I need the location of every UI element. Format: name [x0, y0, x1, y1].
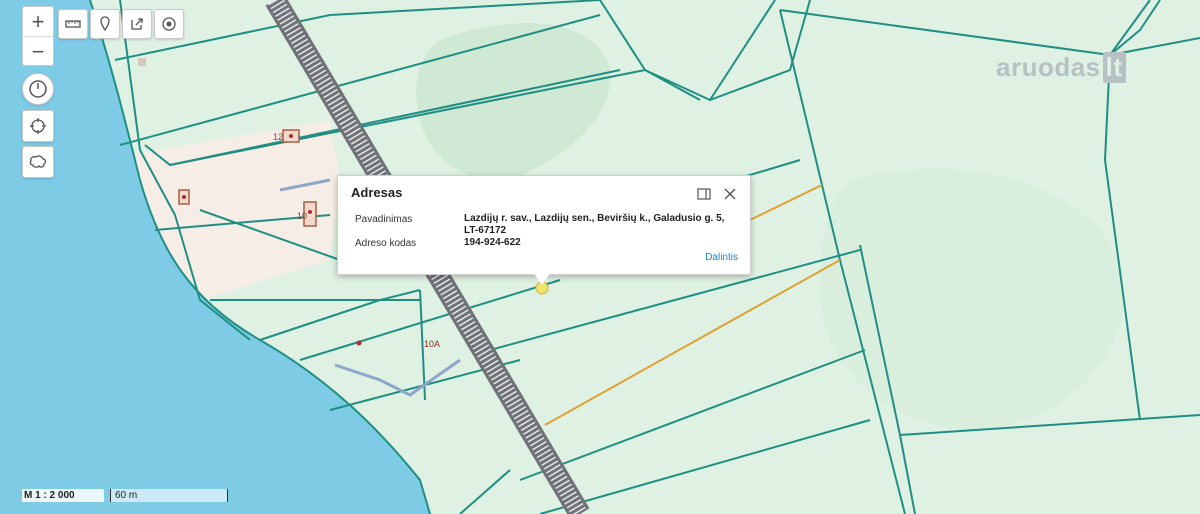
- plot-label-10: 10: [297, 211, 308, 221]
- pin-icon: [100, 16, 110, 32]
- watermark-text: aruodas: [996, 52, 1101, 82]
- draw-shape-button[interactable]: [22, 146, 54, 178]
- location-target-icon: [162, 17, 176, 31]
- measure-icon: [65, 20, 81, 28]
- popup-pointer: [533, 272, 551, 285]
- pin-button[interactable]: [90, 9, 120, 39]
- plot-label-12: 12: [273, 132, 284, 142]
- zoom-controls: + −: [22, 6, 54, 66]
- plot-label-10a: 10A: [424, 339, 441, 349]
- address-popup: Adresas Pavadinimas Lazdijų r. sav., Laz…: [337, 175, 751, 275]
- scale-distance: 60 m: [110, 489, 228, 502]
- watermark-suffix: lt: [1102, 52, 1126, 83]
- location-target-button[interactable]: [154, 9, 184, 39]
- name-label: Pavadinimas: [355, 214, 413, 225]
- share-icon: [131, 18, 143, 30]
- cloud-shape-icon: [29, 155, 47, 168]
- aruodas-watermark: aruodas lt: [996, 52, 1126, 83]
- expand-popup-button[interactable]: [696, 186, 712, 202]
- zoom-in-button[interactable]: +: [23, 7, 53, 36]
- zoom-out-button[interactable]: −: [23, 36, 53, 66]
- address-name-value: Lazdijų r. sav., Lazdijų sen., Beviršių …: [464, 213, 725, 236]
- close-icon: [724, 188, 736, 200]
- close-popup-button[interactable]: [722, 186, 738, 202]
- history-button[interactable]: [22, 73, 54, 105]
- history-clock-icon: [29, 80, 47, 98]
- crosshair-icon: [30, 118, 46, 134]
- address-code-value: 194-924-622: [464, 237, 521, 248]
- scale-ratio: M 1 : 2 000: [22, 489, 104, 502]
- address-code-label: Adreso kodas: [355, 238, 417, 249]
- crosshair-button[interactable]: [22, 110, 54, 142]
- share-link[interactable]: Dalintis: [705, 252, 738, 263]
- expand-icon: [697, 188, 711, 200]
- measure-button[interactable]: [58, 9, 88, 39]
- popup-title: Adresas: [351, 185, 403, 200]
- share-button[interactable]: [122, 9, 152, 39]
